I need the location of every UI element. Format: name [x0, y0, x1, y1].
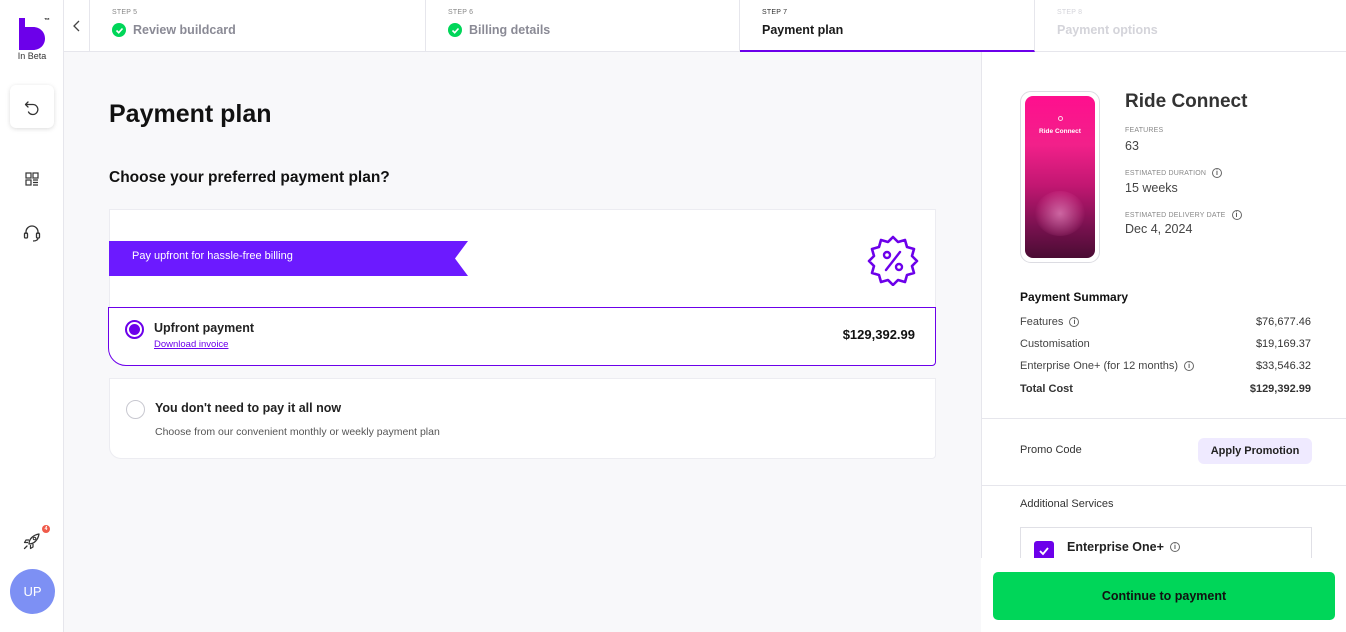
check-circle-icon — [448, 23, 462, 37]
step-label-row: Billing details — [448, 23, 550, 37]
info-icon[interactable]: i — [1231, 210, 1242, 220]
promo-code-label: Promo Code — [1020, 444, 1082, 456]
notification-badge: 4 — [42, 525, 50, 533]
grid-icon — [25, 172, 39, 186]
divider — [982, 485, 1346, 486]
summary-value: $19,169.37 — [1255, 338, 1311, 350]
step-number: STEP 8 — [1057, 9, 1083, 16]
step-label: Payment options — [1057, 23, 1158, 37]
launch-button[interactable] — [20, 529, 44, 553]
summary-value: $129,392.99 — [1249, 383, 1311, 395]
ribbon-text: Pay upfront for hassle-free billing — [132, 250, 293, 262]
phone-app-label: Ride Connect — [1039, 128, 1081, 135]
headset-icon — [23, 225, 41, 242]
installment-payment-option[interactable]: You don't need to pay it all now Choose … — [109, 378, 936, 459]
features-value: 63 — [1125, 139, 1139, 153]
check-circle-icon — [112, 23, 126, 37]
download-invoice-link[interactable]: Download invoice — [154, 339, 228, 350]
divider — [982, 418, 1346, 419]
summary-row-customisation: Customisation $19,169.37 — [1020, 338, 1311, 350]
app-preview-phone: Ride Connect — [1020, 91, 1100, 263]
continue-to-payment-button[interactable]: Continue to payment — [993, 572, 1335, 620]
logo-trademark: ™ — [44, 18, 50, 24]
upfront-title: Upfront payment — [154, 321, 254, 335]
chevron-left-icon — [72, 20, 79, 31]
summary-value: $33,546.32 — [1255, 360, 1311, 372]
duration-value: 15 weeks — [1125, 181, 1178, 195]
step-payment-plan[interactable]: STEP 7 Payment plan — [740, 0, 1035, 52]
dashboard-button[interactable] — [20, 167, 44, 191]
info-icon[interactable]: i — [1184, 361, 1195, 371]
info-icon[interactable]: i — [1169, 542, 1180, 552]
left-rail: ™ In Beta 4 UP — [0, 0, 64, 632]
stepper: STEP 5 Review buildcard STEP 6 Billing d… — [64, 0, 1346, 52]
support-button[interactable] — [20, 221, 44, 245]
info-icon[interactable]: i — [1069, 317, 1080, 327]
summary-row-total: Total Cost $129,392.99 — [1020, 383, 1311, 395]
installment-radio[interactable] — [126, 400, 145, 419]
app-preview-screen: Ride Connect — [1025, 96, 1095, 258]
check-icon — [1039, 547, 1049, 556]
delivery-label: ESTIMATED DELIVERY DATE i — [1125, 210, 1242, 220]
installment-title: You don't need to pay it all now — [155, 401, 342, 415]
apply-promotion-button[interactable]: Apply Promotion — [1198, 438, 1312, 464]
discount-badge-icon — [867, 235, 919, 286]
duration-label: ESTIMATED DURATION i — [1125, 168, 1223, 178]
step-payment-options: STEP 8 Payment options — [1035, 0, 1346, 52]
step-billing-details[interactable]: STEP 6 Billing details — [426, 0, 740, 52]
upfront-payment-option[interactable]: Upfront payment Download invoice $129,39… — [108, 307, 936, 366]
avatar[interactable]: UP — [10, 569, 55, 614]
back-button[interactable] — [64, 0, 90, 51]
phone-logo-icon — [1058, 116, 1063, 121]
summary-row-enterprise: Enterprise One+ (for 12 months) i $33,546… — [1020, 360, 1311, 372]
upfront-radio[interactable] — [125, 320, 144, 339]
builder-logo[interactable] — [19, 18, 45, 50]
undo-button[interactable] — [10, 85, 54, 128]
additional-services-label: Additional Services — [1020, 498, 1114, 510]
step-number: STEP 6 — [448, 9, 474, 16]
step-label: Review buildcard — [133, 23, 236, 37]
undo-icon — [24, 100, 39, 115]
page-title: Payment plan — [109, 100, 272, 128]
upfront-price: $129,392.99 — [842, 327, 915, 342]
app-name: Ride Connect — [1125, 91, 1248, 112]
phone-glow-decoration — [1035, 191, 1085, 236]
cta-footer: Continue to payment — [981, 558, 1346, 632]
beta-label: In Beta — [17, 51, 47, 61]
step-label-row: Review buildcard — [112, 23, 236, 37]
step-number: STEP 5 — [112, 9, 138, 16]
info-icon[interactable]: i — [1212, 168, 1223, 178]
summary-row-features: Features i $76,677.46 — [1020, 316, 1311, 328]
step-label: Billing details — [469, 23, 551, 37]
features-label: FEATURES — [1125, 127, 1164, 134]
main-content: Payment plan Choose your preferred payme… — [64, 52, 981, 632]
step-review-buildcard[interactable]: STEP 5 Review buildcard — [90, 0, 426, 52]
summary-panel: Ride Connect Ride Connect FEATURES 63 ES… — [981, 52, 1346, 632]
installment-description: Choose from our convenient monthly or we… — [155, 426, 440, 438]
section-subtitle: Choose your preferred payment plan? — [109, 169, 390, 186]
service-name: Enterprise One+ i — [1067, 540, 1180, 554]
payment-summary-title: Payment Summary — [1020, 290, 1129, 304]
rocket-icon — [23, 533, 40, 550]
step-label: Payment plan — [762, 23, 844, 37]
step-number: STEP 7 — [762, 9, 788, 16]
summary-value: $76,677.46 — [1255, 316, 1311, 328]
delivery-value: Dec 4, 2024 — [1125, 222, 1193, 236]
